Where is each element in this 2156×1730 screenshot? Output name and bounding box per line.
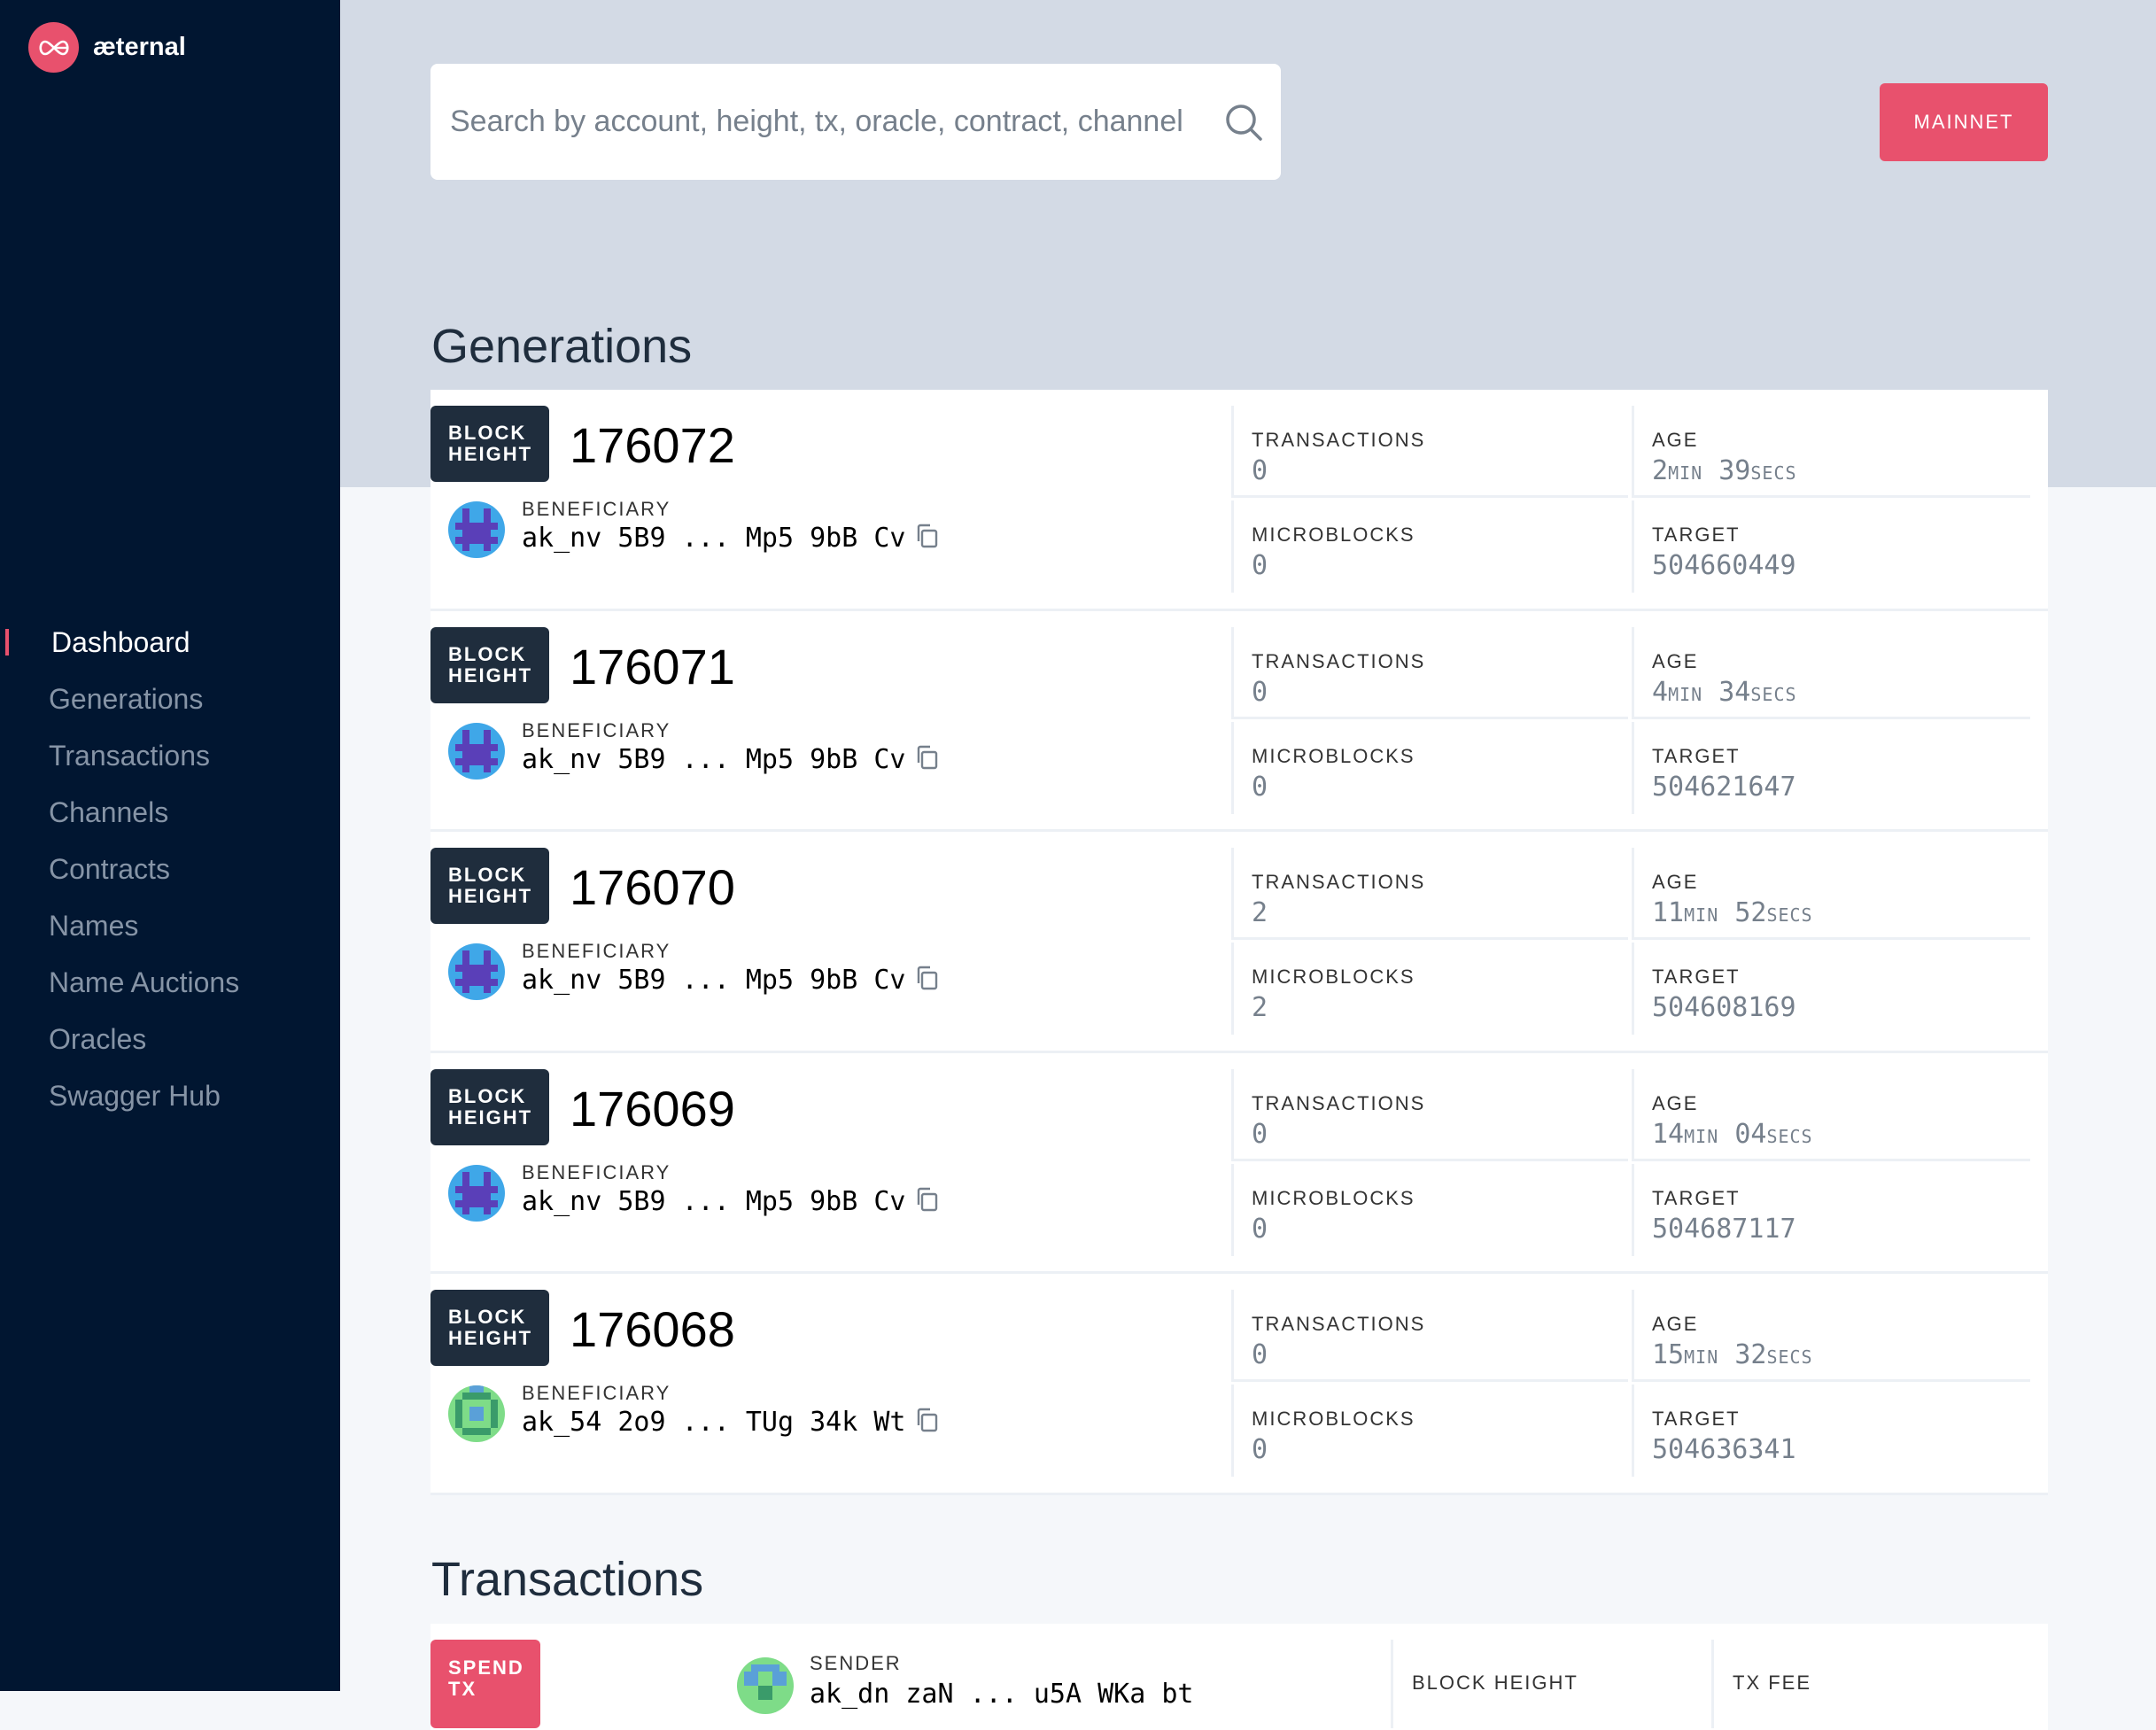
network-selector-button[interactable]: MAINNET: [1880, 83, 2048, 161]
block-height-badge: BLOCK HEIGHT: [430, 848, 549, 924]
target-stat: TARGET 504636341: [1632, 1385, 2030, 1477]
transactions-stat: TRANSACTIONS 0: [1231, 626, 1628, 719]
target-stat: TARGET 504660449: [1632, 500, 2030, 593]
transactions-title: Transactions: [431, 1553, 704, 1606]
beneficiary-avatar: [448, 943, 505, 1000]
nav-item-names[interactable]: Names: [0, 904, 340, 960]
beneficiary-label: BENEFICIARY: [522, 498, 671, 520]
age-stat: AGE 11MIN 52SECS: [1632, 848, 2030, 940]
block-height-value[interactable]: 176068: [570, 1300, 735, 1358]
beneficiary-avatar: [448, 722, 505, 780]
target-stat: TARGET 504608169: [1632, 943, 2030, 1035]
generations-list: BLOCK HEIGHT 176072 BENEFICIARY ak_nv 5B9…: [430, 390, 2048, 1495]
logo[interactable]: æternal: [28, 22, 186, 73]
nav-item-name-auctions[interactable]: Name Auctions: [0, 960, 340, 1017]
search-input[interactable]: [448, 104, 1205, 140]
divider: [1711, 1640, 1714, 1728]
beneficiary-address[interactable]: ak_nv 5B9 ... Mp5 9bB Cv: [522, 965, 905, 996]
generations-title: Generations: [431, 320, 693, 373]
target-stat: TARGET 504687117: [1632, 1163, 2030, 1256]
copy-icon[interactable]: [915, 965, 940, 996]
tx-type-badge: SPEND TX: [430, 1640, 540, 1728]
aeternity-logo-icon: [28, 22, 79, 73]
transactions-stat: TRANSACTIONS 0: [1231, 1290, 1628, 1382]
block-height-badge: BLOCK HEIGHT: [430, 1290, 549, 1366]
search-box: [430, 64, 1281, 180]
block-height-value[interactable]: 176071: [570, 638, 735, 695]
block-height-value[interactable]: 176070: [570, 858, 735, 916]
generation-row[interactable]: BLOCK HEIGHT 176071 BENEFICIARY ak_nv 5B9…: [430, 610, 2048, 832]
copy-icon[interactable]: [915, 744, 940, 775]
nav-item-dashboard[interactable]: Dashboard: [0, 620, 340, 677]
copy-icon[interactable]: [915, 1407, 940, 1438]
microblocks-stat: MICROBLOCKS 0: [1231, 1163, 1628, 1256]
beneficiary-address[interactable]: ak_54 2o9 ... TUg 34k Wt: [522, 1407, 905, 1438]
transactions-stat: TRANSACTIONS 2: [1231, 848, 1628, 940]
sender-label: SENDER: [810, 1652, 902, 1674]
divider: [1391, 1640, 1393, 1728]
generation-row[interactable]: BLOCK HEIGHT 176072 BENEFICIARY ak_nv 5B9…: [430, 390, 2048, 611]
age-stat: AGE 14MIN 04SECS: [1632, 1068, 2030, 1161]
block-height-badge: BLOCK HEIGHT: [430, 626, 549, 703]
beneficiary-label: BENEFICIARY: [522, 940, 671, 962]
brand-name: æternal: [93, 33, 186, 61]
block-height-badge: BLOCK HEIGHT: [430, 406, 549, 482]
sender-avatar: [737, 1657, 794, 1714]
generation-row[interactable]: BLOCK HEIGHT 176068 BENEFICIARY ak_54 2o9…: [430, 1274, 2048, 1495]
beneficiary-avatar: [448, 501, 505, 558]
copy-icon[interactable]: [915, 1186, 940, 1217]
transactions-stat: TRANSACTIONS 0: [1231, 406, 1628, 498]
target-stat: TARGET 504621647: [1632, 721, 2030, 814]
age-stat: AGE 2MIN 39SECS: [1632, 406, 2030, 498]
transaction-row[interactable]: SPEND TX SENDER ak_dn zaN ... u5A WKa bt …: [430, 1624, 2048, 1730]
beneficiary-avatar: [448, 1164, 505, 1222]
beneficiary-address[interactable]: ak_nv 5B9 ... Mp5 9bB Cv: [522, 1186, 905, 1217]
generation-row[interactable]: BLOCK HEIGHT 176069 BENEFICIARY ak_nv 5B9…: [430, 1052, 2048, 1274]
search-icon[interactable]: [1224, 103, 1263, 146]
block-height-value[interactable]: 176069: [570, 1080, 735, 1137]
block-height-badge: BLOCK HEIGHT: [430, 1068, 549, 1145]
beneficiary-label: BENEFICIARY: [522, 1382, 671, 1404]
microblocks-stat: MICROBLOCKS 0: [1231, 500, 1628, 593]
transactions-stat: TRANSACTIONS 0: [1231, 1068, 1628, 1161]
microblocks-stat: MICROBLOCKS 2: [1231, 943, 1628, 1035]
age-stat: AGE 15MIN 32SECS: [1632, 1290, 2030, 1382]
sidebar-nav: Dashboard Generations Transactions Chann…: [0, 620, 340, 1130]
beneficiary-avatar: [448, 1385, 505, 1442]
sidebar: æternal Dashboard Generations Transactio…: [0, 0, 340, 1691]
beneficiary-label: BENEFICIARY: [522, 1160, 671, 1183]
beneficiary-label: BENEFICIARY: [522, 718, 671, 741]
tx-fee-label: TX FEE: [1733, 1672, 1812, 1694]
generation-row[interactable]: BLOCK HEIGHT 176070 BENEFICIARY ak_nv 5B9…: [430, 832, 2048, 1053]
block-height-value[interactable]: 176072: [570, 416, 735, 474]
microblocks-stat: MICROBLOCKS 0: [1231, 721, 1628, 814]
block-height-label: BLOCK HEIGHT: [1412, 1672, 1578, 1694]
nav-item-contracts[interactable]: Contracts: [0, 847, 340, 904]
copy-icon[interactable]: [915, 523, 940, 554]
microblocks-stat: MICROBLOCKS 0: [1231, 1385, 1628, 1477]
nav-item-generations[interactable]: Generations: [0, 677, 340, 733]
nav-item-oracles[interactable]: Oracles: [0, 1017, 340, 1074]
nav-item-channels[interactable]: Channels: [0, 790, 340, 847]
age-stat: AGE 4MIN 34SECS: [1632, 626, 2030, 719]
beneficiary-address[interactable]: ak_nv 5B9 ... Mp5 9bB Cv: [522, 523, 905, 554]
sender-address[interactable]: ak_dn zaN ... u5A WKa bt: [810, 1679, 1193, 1710]
nav-item-transactions[interactable]: Transactions: [0, 733, 340, 790]
nav-item-swagger-hub[interactable]: Swagger Hub: [0, 1074, 340, 1130]
beneficiary-address[interactable]: ak_nv 5B9 ... Mp5 9bB Cv: [522, 744, 905, 775]
